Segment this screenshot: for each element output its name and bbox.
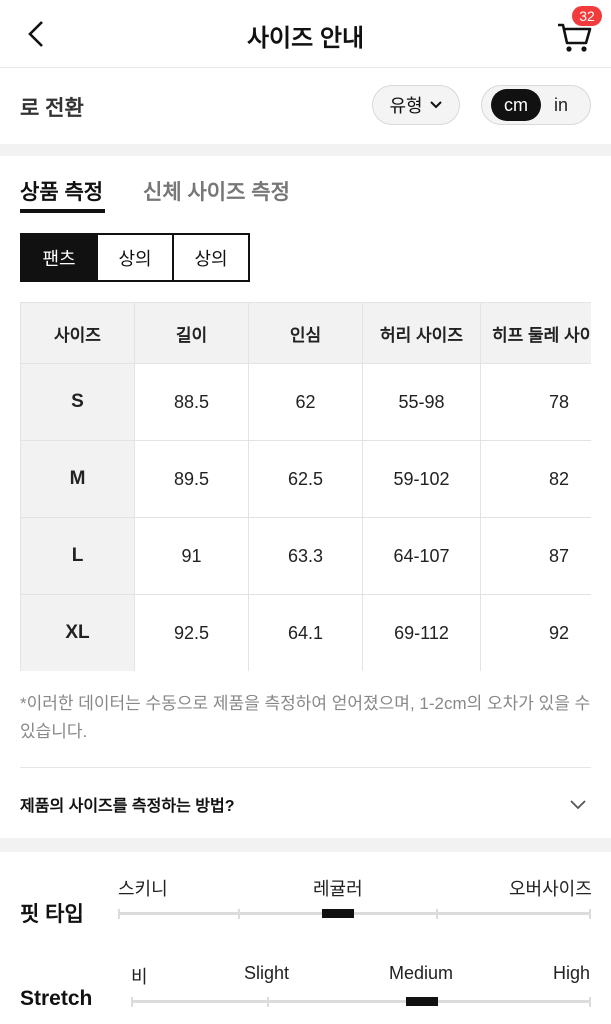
stretch-scale-track	[131, 1000, 591, 1003]
type-dropdown-label: 유형	[389, 96, 423, 116]
table-cell: 64-107	[362, 517, 481, 595]
table-row: XL 92.5 64.1 69-112 92	[20, 594, 591, 671]
scale-tick	[589, 909, 591, 919]
table-cell: 89.5	[134, 440, 249, 518]
fit-type-title: 핏 타입	[20, 903, 84, 926]
unit-option-in[interactable]: in	[536, 89, 586, 121]
stretch-selected-marker	[406, 997, 438, 1006]
scale-tick	[436, 909, 438, 919]
table-cell: 87	[480, 517, 591, 595]
stretch-label-none: 비	[131, 967, 148, 987]
table-cell: 91	[134, 517, 249, 595]
table-cell: 59-102	[362, 440, 481, 518]
section-divider	[0, 838, 611, 852]
table-row: S 88.5 62 55-98 78	[20, 363, 591, 441]
scale-tick	[589, 997, 591, 1007]
how-to-measure-toggle[interactable]: 제품의 사이즈를 측정하는 방법?	[20, 792, 234, 816]
header-hip: 히프 둘레 사이	[480, 302, 591, 364]
fit-scale-track	[118, 912, 591, 915]
scale-tick	[267, 997, 269, 1007]
header-inseam: 인심	[248, 302, 363, 364]
table-cell: 55-98	[362, 363, 481, 441]
scale-tick	[238, 909, 240, 919]
measurement-note: *이러한 데이터는 수동으로 제품을 측정하여 얻어졌으며, 1-2cm의 오차…	[20, 694, 591, 741]
fit-label-oversize: 오버사이즈	[509, 879, 592, 899]
table-row: L 91 63.3 64-107 87	[20, 517, 591, 595]
scale-tick	[118, 909, 120, 919]
table-cell: 62	[248, 363, 363, 441]
stretch-label-slight: Slight	[244, 963, 290, 983]
stretch-label-high: High	[553, 963, 591, 983]
size-cell: L	[20, 517, 135, 595]
table-row: M 89.5 62.5 59-102 82	[20, 440, 591, 518]
header-length: 길이	[134, 302, 249, 364]
size-cell: M	[20, 440, 135, 518]
tab-product-measurement[interactable]: 상품 측정	[20, 176, 103, 206]
table-cell: 82	[480, 440, 591, 518]
fit-label-skinny: 스키니	[118, 879, 168, 899]
unit-toggle: cm in	[481, 85, 591, 125]
unit-conversion-row: 로 전환 유형 cm in	[0, 68, 611, 144]
table-cell: 92.5	[134, 594, 249, 671]
table-header-row: 사이즈 길이 인심 허리 사이즈 히프 둘레 사이	[20, 302, 591, 364]
category-pants[interactable]: 팬츠	[20, 233, 98, 282]
type-dropdown[interactable]: 유형	[372, 85, 460, 125]
top-bar: 사이즈 안내 32	[0, 0, 611, 68]
tab-body-size[interactable]: 신체 사이즈 측정	[143, 176, 290, 206]
category-top-1[interactable]: 상의	[96, 233, 174, 282]
table-cell: 64.1	[248, 594, 363, 671]
active-tab-indicator	[20, 209, 105, 213]
size-cell: S	[20, 363, 135, 441]
category-top-2[interactable]: 상의	[172, 233, 250, 282]
table-cell: 88.5	[134, 363, 249, 441]
fit-label-regular: 레귤러	[313, 879, 363, 899]
section-divider	[0, 144, 611, 156]
table-cell: 63.3	[248, 517, 363, 595]
scale-tick	[131, 997, 133, 1007]
table-cell: 92	[480, 594, 591, 671]
chevron-down-icon[interactable]	[567, 793, 589, 815]
table-cell: 69-112	[362, 594, 481, 671]
size-table: 사이즈 길이 인심 허리 사이즈 히프 둘레 사이 S 88.5 62 55-9…	[20, 302, 591, 671]
table-cell: 62.5	[248, 440, 363, 518]
stretch-label-medium: Medium	[389, 963, 454, 983]
header-waist: 허리 사이즈	[362, 302, 481, 364]
stretch-title: Stretch	[20, 987, 93, 1010]
fit-selected-marker	[322, 909, 354, 918]
size-cell: XL	[20, 594, 135, 671]
table-cell: 78	[480, 363, 591, 441]
cart-count-badge: 32	[572, 6, 602, 26]
unit-option-cm[interactable]: cm	[491, 89, 541, 121]
unit-conversion-label: 로 전환	[20, 97, 84, 120]
chevron-down-icon	[429, 101, 442, 109]
divider	[20, 767, 591, 768]
page-title: 사이즈 안내	[246, 25, 365, 52]
header-size: 사이즈	[20, 302, 135, 364]
